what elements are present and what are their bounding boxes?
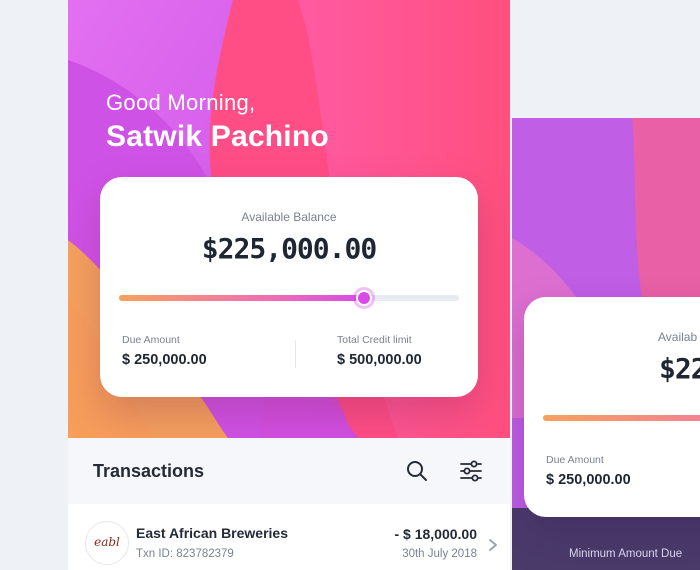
filter-icon — [460, 460, 482, 482]
search-button[interactable] — [405, 459, 429, 483]
credit-limit-label: Total Credit limit — [337, 334, 412, 346]
hero-header: Good Morning, Satwik Pachino Available B… — [68, 0, 510, 438]
secondary-screen: Availab $225 Due Amount $ 250,000.00 Min… — [512, 118, 700, 570]
secondary-balance-card: Availab $225 Due Amount $ 250,000.00 — [524, 297, 700, 517]
transactions-title: Transactions — [93, 461, 205, 481]
credit-usage-slider[interactable] — [119, 290, 459, 306]
main-screen: Good Morning, Satwik Pachino Available B… — [68, 0, 510, 570]
due-amount-value: $ 250,000.00 — [122, 352, 207, 368]
secondary-due-label: Due Amount — [546, 454, 604, 466]
credit-usage-fill — [119, 295, 364, 301]
due-amount-label: Due Amount — [122, 334, 180, 346]
secondary-credit-bar — [543, 415, 700, 421]
transaction-id: Txn ID: 823782379 — [136, 548, 234, 560]
secondary-balance-amount: $225 — [659, 352, 700, 385]
balance-card: Available Balance $225,000.00 Due Amount… — [100, 177, 478, 397]
secondary-due-value: $ 250,000.00 — [546, 472, 631, 488]
filter-button[interactable] — [459, 459, 483, 483]
search-icon — [407, 461, 427, 481]
transaction-amount: - $ 18,000.00 — [394, 526, 477, 542]
merchant-logo-text: eabl — [94, 535, 120, 549]
transaction-row[interactable]: eabl East African Breweries Txn ID: 8237… — [68, 504, 510, 570]
credit-limit-value: $ 500,000.00 — [337, 352, 422, 368]
merchant-logo: eabl — [85, 521, 129, 565]
minimum-amount-due-label: Minimum Amount Due — [569, 548, 683, 560]
user-name: Satwik Pachino — [106, 120, 329, 153]
chevron-right-icon[interactable] — [488, 538, 498, 552]
slider-handle[interactable] — [355, 290, 372, 306]
greeting-text: Good Morning, — [106, 90, 256, 115]
transactions-header: Transactions — [68, 438, 510, 504]
transaction-date: 30th July 2018 — [402, 548, 477, 560]
card-divider — [295, 340, 296, 368]
available-balance-amount: $225,000.00 — [201, 232, 377, 265]
secondary-balance-label: Availab — [658, 330, 698, 344]
available-balance-label: Available Balance — [241, 210, 337, 224]
transaction-merchant: East African Breweries — [136, 525, 288, 541]
